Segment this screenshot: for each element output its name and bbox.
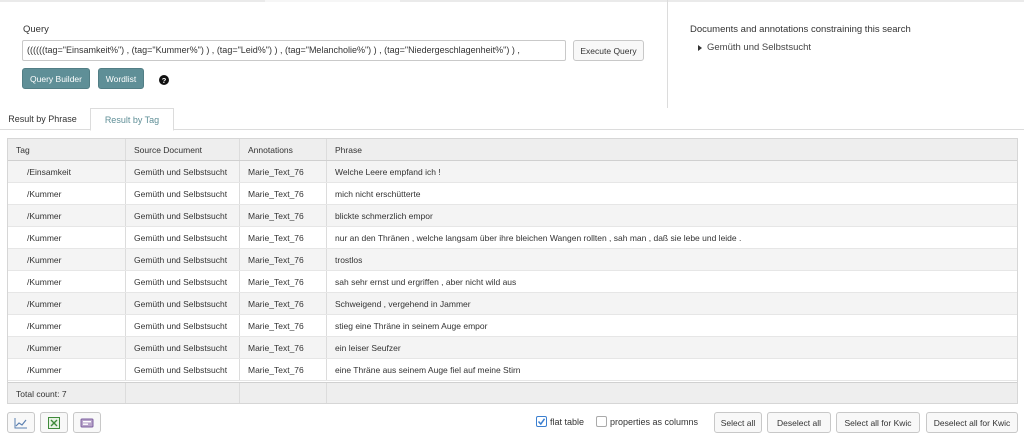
cell-tag: /Kummer [27, 188, 62, 199]
cell-phrase: blickte schmerzlich empor [326, 205, 1017, 226]
cell-annotation: Marie_Text_76 [239, 183, 326, 204]
cell-phrase: sah sehr ernst und ergriffen , aber nich… [326, 271, 1017, 292]
triangle-right-icon[interactable] [698, 44, 702, 51]
table-row[interactable]: /Kummer Gemüth und Selbstsucht Marie_Tex… [8, 293, 1017, 315]
constraint-document-item[interactable]: Gemüth und Selbstsucht [698, 42, 811, 53]
cell-tag: /Kummer [27, 320, 62, 331]
cell-phrase: ein leiser Seufzer [326, 337, 1017, 358]
properties-as-columns-checkbox[interactable] [596, 416, 607, 427]
cell-tag: /Kummer [27, 342, 62, 353]
column-header-annotations[interactable]: Annotations [239, 139, 326, 160]
top-divider [400, 0, 1024, 2]
query-label: Query [23, 24, 49, 35]
tab-result-by-phrase[interactable]: Result by Phrase [0, 108, 85, 130]
cell-tag: /Kummer [27, 210, 62, 221]
cell-phrase: stieg eine Thräne in seinem Auge empor [326, 315, 1017, 336]
query-input[interactable]: ((((((tag="Einsamkeit%") , (tag="Kummer%… [22, 40, 566, 61]
table-row[interactable]: /Kummer Gemüth und Selbstsucht Marie_Tex… [8, 315, 1017, 337]
cell-annotation: Marie_Text_76 [239, 161, 326, 182]
column-header-source-document[interactable]: Source Document [125, 139, 239, 160]
execute-query-button[interactable]: Execute Query [573, 40, 644, 61]
panel-divider [667, 0, 668, 108]
help-icon[interactable]: ? [159, 75, 169, 85]
constraints-label: Documents and annotations constraining t… [690, 24, 911, 35]
cell-annotation: Marie_Text_76 [239, 337, 326, 358]
cell-source-document: Gemüth und Selbstsucht [125, 293, 239, 314]
cell-source-document: Gemüth und Selbstsucht [125, 227, 239, 248]
constraint-document-label: Gemüth und Selbstsucht [707, 42, 812, 53]
checkmark-icon [537, 418, 546, 426]
cell-phrase: Schweigend , vergehend in Jammer [326, 293, 1017, 314]
column-header-phrase[interactable]: Phrase [326, 139, 1017, 160]
cell-annotation: Marie_Text_76 [239, 359, 326, 380]
table-header: Tag Source Document Annotations Phrase [8, 139, 1017, 161]
deselect-all-button[interactable]: Deselect all [767, 412, 831, 433]
footer-cell [239, 383, 326, 403]
cell-annotation: Marie_Text_76 [239, 205, 326, 226]
chart-icon [14, 417, 27, 428]
cell-tag: /Kummer [27, 254, 62, 265]
total-count: Total count: 7 [16, 389, 67, 399]
kwic-export-icon [80, 418, 94, 427]
table-row[interactable]: /Kummer Gemüth und Selbstsucht Marie_Tex… [8, 271, 1017, 293]
table-row[interactable]: /Einsamkeit Gemüth und Selbstsucht Marie… [8, 161, 1017, 183]
table-footer: Total count: 7 [8, 382, 1017, 403]
cell-source-document: Gemüth und Selbstsucht [125, 183, 239, 204]
table-row[interactable]: /Kummer Gemüth und Selbstsucht Marie_Tex… [8, 227, 1017, 249]
select-all-button[interactable]: Select all [714, 412, 762, 433]
result-tabs: Result by Phrase Result by Tag [0, 108, 1024, 131]
table-row[interactable]: /Kummer Gemüth und Selbstsucht Marie_Tex… [8, 359, 1017, 381]
tab-result-by-tag[interactable]: Result by Tag [90, 108, 174, 131]
cell-source-document: Gemüth und Selbstsucht [125, 249, 239, 270]
cell-annotation: Marie_Text_76 [239, 315, 326, 336]
kwic-export-button[interactable] [73, 412, 101, 433]
excel-export-icon [48, 416, 60, 429]
cell-tag: /Kummer [27, 232, 62, 243]
cell-phrase: nur an den Thränen , welche langsam über… [326, 227, 1017, 248]
cell-source-document: Gemüth und Selbstsucht [125, 271, 239, 292]
top-divider [265, 0, 400, 2]
query-panel: Query ((((((tag="Einsamkeit%") , (tag="K… [0, 0, 1024, 108]
cell-source-document: Gemüth und Selbstsucht [125, 337, 239, 358]
cell-phrase: mich nicht erschütterte [326, 183, 1017, 204]
deselect-all-for-kwic-button[interactable]: Deselect all for Kwic [926, 412, 1018, 433]
result-table: Tag Source Document Annotations Phrase /… [7, 138, 1018, 404]
cell-phrase: eine Thräne aus seinem Auge fiel auf mei… [326, 359, 1017, 380]
properties-as-columns-label: properties as columns [610, 416, 699, 427]
cell-phrase: Welche Leere empfand ich ! [326, 161, 1017, 182]
cell-source-document: Gemüth und Selbstsucht [125, 205, 239, 226]
cell-annotation: Marie_Text_76 [239, 293, 326, 314]
flat-table-option[interactable]: flat table [536, 416, 584, 427]
flat-table-label: flat table [550, 416, 585, 427]
table-row[interactable]: /Kummer Gemüth und Selbstsucht Marie_Tex… [8, 183, 1017, 205]
query-builder-button[interactable]: Query Builder [22, 68, 90, 89]
cell-tag: /Kummer [27, 298, 62, 309]
cell-source-document: Gemüth und Selbstsucht [125, 315, 239, 336]
chart-button[interactable] [7, 412, 35, 433]
bottom-toolbar: flat table properties as columns Select … [0, 410, 1024, 438]
table-row[interactable]: /Kummer Gemüth und Selbstsucht Marie_Tex… [8, 249, 1017, 271]
cell-source-document: Gemüth und Selbstsucht [125, 359, 239, 380]
cell-annotation: Marie_Text_76 [239, 271, 326, 292]
cell-source-document: Gemüth und Selbstsucht [125, 161, 239, 182]
cell-phrase: trostlos [326, 249, 1017, 270]
footer-cell [125, 383, 239, 403]
cell-annotation: Marie_Text_76 [239, 227, 326, 248]
select-all-for-kwic-button[interactable]: Select all for Kwic [836, 412, 920, 433]
excel-export-button[interactable] [40, 412, 68, 433]
wordlist-button[interactable]: Wordlist [98, 68, 144, 89]
properties-as-columns-option[interactable]: properties as columns [596, 416, 698, 427]
cell-tag: /Kummer [27, 364, 62, 375]
footer-cell [326, 383, 1017, 403]
flat-table-checkbox[interactable] [536, 416, 547, 427]
table-row[interactable]: /Kummer Gemüth und Selbstsucht Marie_Tex… [8, 337, 1017, 359]
cell-tag: /Einsamkeit [27, 166, 71, 177]
table-row[interactable]: /Kummer Gemüth und Selbstsucht Marie_Tex… [8, 205, 1017, 227]
cell-annotation: Marie_Text_76 [239, 249, 326, 270]
cell-tag: /Kummer [27, 276, 62, 287]
column-header-tag[interactable]: Tag [8, 139, 125, 160]
top-divider [0, 0, 265, 2]
